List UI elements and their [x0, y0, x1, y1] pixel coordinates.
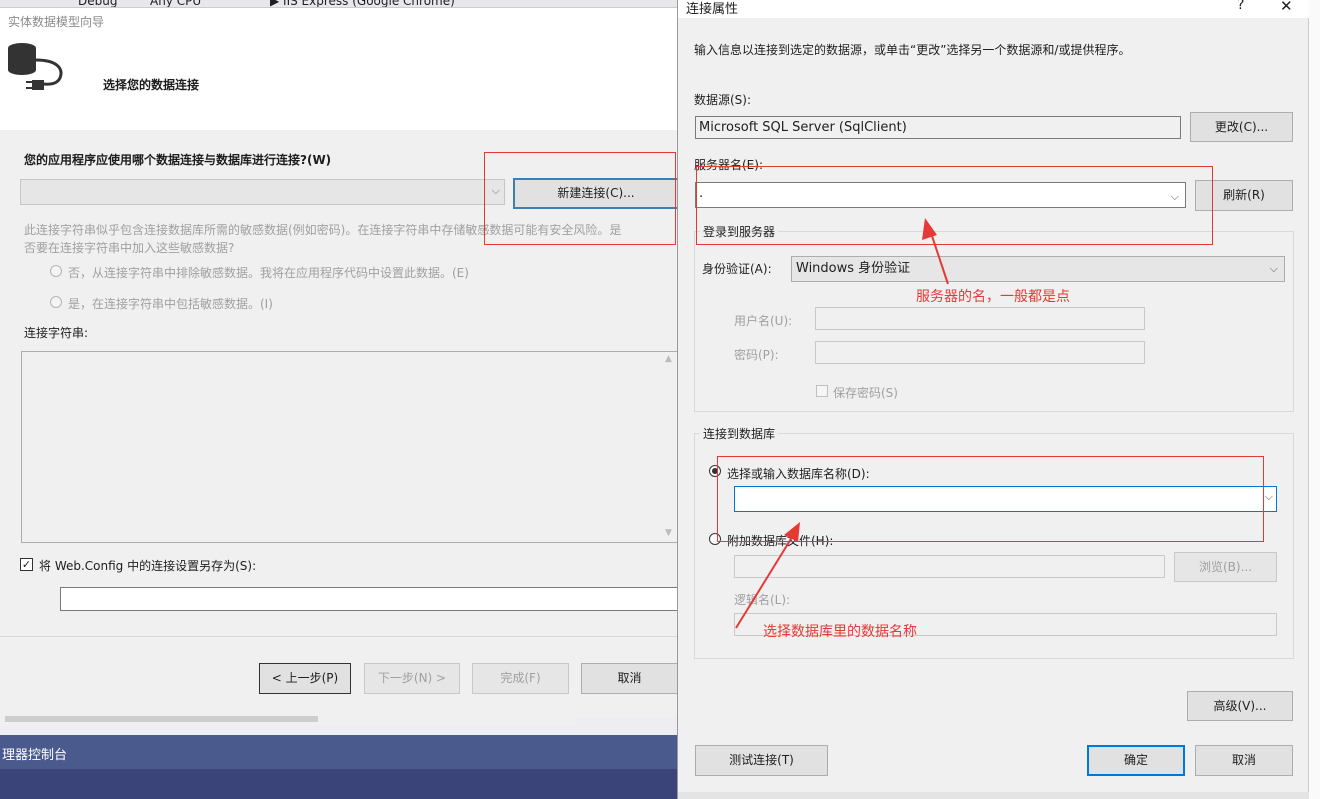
connection-name-input[interactable] — [60, 587, 680, 611]
connection-string-scrollbar[interactable]: ▲ ▼ — [662, 352, 678, 542]
close-icon[interactable]: ✕ — [1280, 0, 1293, 15]
scroll-down-icon: ▼ — [665, 528, 672, 538]
save-password-label: 保存密码(S) — [833, 386, 898, 400]
database-icon — [8, 43, 63, 90]
help-icon[interactable]: ? — [1237, 0, 1244, 13]
dialog-title: 连接属性 — [686, 2, 739, 17]
platform-dropdown[interactable]: Any CPU — [150, 0, 201, 7]
connection-properties-dialog: 连接属性 ? ✕ 输入信息以连接到选定的数据源，或单击“更改”选择另一个数据源和… — [677, 0, 1309, 799]
logical-name-label: 逻辑名(L): — [734, 593, 791, 607]
username-label: 用户名(U): — [734, 314, 793, 328]
include-sensitive-label: 是，在连接字符串中包括敏感数据。(I) — [68, 297, 273, 311]
connection-select[interactable]: ⌵ — [20, 179, 505, 205]
password-input[interactable] — [815, 341, 1145, 364]
datasource-label: 数据源(S): — [694, 93, 752, 107]
annotation-server-note: 服务器的名，一般都是点 — [916, 289, 1070, 305]
run-button[interactable]: ▶ IIS Express (Google Chrome) — [270, 0, 455, 7]
scroll-up-icon: ▲ — [665, 354, 672, 364]
auth-label: 身份验证(A): — [702, 262, 772, 276]
database-group-title: 连接到数据库 — [700, 425, 779, 442]
vs-right-edge — [1308, 0, 1320, 799]
save-config-label: 将 Web.Config 中的连接设置另存为(S): — [39, 559, 257, 573]
ok-button[interactable]: 确定 — [1087, 745, 1185, 776]
test-connection-button[interactable]: 测试连接(T) — [695, 745, 828, 776]
chevron-down-icon: ⌵ — [1264, 490, 1273, 503]
cancel-button[interactable]: 取消 — [581, 663, 678, 694]
sensitive-data-notice-cont: 否要在连接字符串中加入这些敏感数据? — [24, 241, 235, 255]
title-bar — [678, 0, 1309, 18]
browse-button[interactable]: 浏览(B)... — [1174, 552, 1277, 582]
connection-string-label: 连接字符串: — [24, 326, 89, 340]
auth-select[interactable]: Windows 身份验证 ⌵ — [791, 256, 1285, 282]
annotation-box-database-name — [717, 456, 1264, 542]
annotation-box-server-name — [696, 166, 1213, 245]
username-input[interactable] — [815, 307, 1145, 330]
save-config-checkbox[interactable]: ✓ — [20, 558, 33, 571]
connection-string-box[interactable] — [21, 351, 679, 543]
vs-panel-tab[interactable]: 理器控制台 — [0, 735, 680, 769]
config-dropdown[interactable]: Debug — [78, 0, 117, 7]
chevron-down-icon: ⌵ — [1269, 262, 1278, 275]
password-label: 密码(P): — [734, 348, 779, 362]
datasource-field: Microsoft SQL Server (SqlClient) — [695, 116, 1181, 139]
vs-status-bar — [0, 769, 680, 799]
exclude-sensitive-radio[interactable] — [50, 265, 62, 277]
intro-text: 输入信息以连接到选定的数据源，或单击“更改”选择另一个数据源和/或提供程序。 — [694, 43, 1131, 57]
finish-button[interactable]: 完成(F) — [472, 663, 569, 694]
vs-toolbar: Debug Any CPU ▶ IIS Express (Google Chro… — [0, 0, 680, 8]
exclude-sensitive-label: 否，从连接字符串中排除敏感数据。我将在应用程序代码中设置此数据。(E) — [68, 266, 469, 280]
attach-file-input[interactable] — [734, 555, 1165, 578]
annotation-box-new-connection — [484, 152, 676, 245]
cancel-button[interactable]: 取消 — [1195, 745, 1293, 776]
wizard-title: 实体数据模型向导 — [8, 15, 105, 29]
back-button[interactable]: < 上一步(P) — [259, 663, 351, 694]
next-button[interactable]: 下一步(N) > — [364, 663, 460, 694]
advanced-button[interactable]: 高级(V)... — [1187, 691, 1293, 721]
include-sensitive-radio[interactable] — [50, 296, 62, 308]
divider — [0, 636, 680, 637]
auth-value: Windows 身份验证 — [796, 261, 911, 276]
annotation-database-note: 选择数据库里的数据名称 — [763, 624, 917, 640]
scrollbar-thumb[interactable] — [5, 716, 318, 722]
wizard-heading: 选择您的数据连接 — [103, 78, 200, 92]
save-password-checkbox[interactable] — [816, 385, 828, 397]
connection-question: 您的应用程序应使用哪个数据连接与数据库进行连接?(W) — [24, 153, 332, 167]
entity-model-wizard: 实体数据模型向导 选择您的数据连接 您的应用程序应使用哪个数据连接与数据库进行连… — [0, 8, 680, 726]
dialog-bottom-edge — [678, 792, 1309, 799]
change-button[interactable]: 更改(C)... — [1190, 112, 1293, 142]
horizontal-scrollbar[interactable] — [0, 712, 575, 726]
